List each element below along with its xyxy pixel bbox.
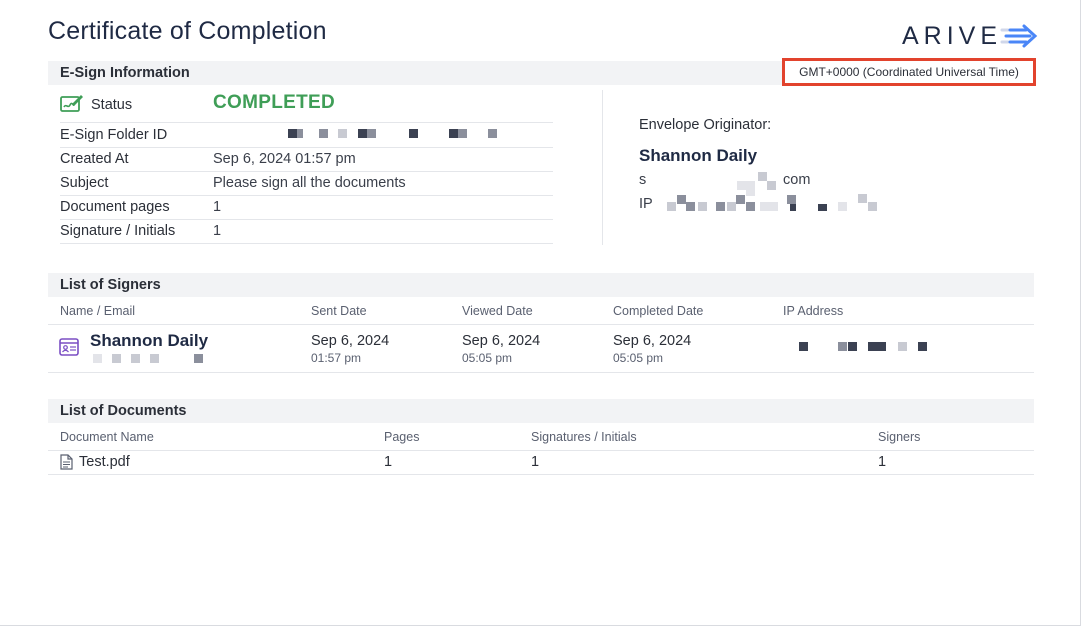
id-card-icon bbox=[59, 338, 79, 356]
created-at-label: Created At bbox=[60, 151, 129, 167]
created-at-row: Created At Sep 6, 2024 01:57 pm bbox=[60, 148, 553, 172]
page-title: Certificate of Completion bbox=[48, 17, 327, 45]
document-name[interactable]: Test.pdf bbox=[79, 454, 130, 470]
status-row: Status COMPLETED bbox=[60, 92, 553, 123]
signers-bottom-divider bbox=[48, 372, 1034, 373]
document-signatures: 1 bbox=[531, 454, 540, 470]
documents-header-name: Document Name bbox=[60, 430, 154, 444]
signers-header-completed: Completed Date bbox=[613, 304, 704, 318]
status-label: Status bbox=[91, 97, 133, 113]
document-pages-label: Document pages bbox=[60, 199, 170, 215]
signers-header-sent: Sent Date bbox=[311, 304, 367, 318]
signers-header-name: Name / Email bbox=[60, 304, 136, 318]
created-at-value: Sep 6, 2024 01:57 pm bbox=[213, 151, 356, 167]
vertical-divider bbox=[602, 90, 603, 245]
documents-header-signers: Signers bbox=[878, 430, 921, 444]
completed-date: Sep 6, 2024 bbox=[613, 333, 692, 349]
signers-header-viewed: Viewed Date bbox=[462, 304, 533, 318]
envelope-originator-name: Shannon Daily bbox=[639, 146, 758, 165]
arrow-icon bbox=[1000, 24, 1038, 48]
arive-logo: ARIVE bbox=[902, 21, 1040, 51]
subject-row: Subject Please sign all the documents bbox=[60, 172, 553, 196]
document-pages: 1 bbox=[384, 454, 393, 470]
signers-header-divider bbox=[48, 324, 1034, 325]
signers-section-title: List of Signers bbox=[60, 277, 161, 293]
document-pages-value: 1 bbox=[213, 199, 222, 215]
sent-time: 01:57 pm bbox=[311, 351, 362, 365]
completed-time: 05:05 pm bbox=[613, 351, 664, 365]
sent-date: Sep 6, 2024 bbox=[311, 333, 390, 349]
documents-header-divider bbox=[48, 450, 1034, 451]
documents-section-header: List of Documents bbox=[48, 399, 1034, 423]
envelope-originator-email: s com bbox=[639, 172, 810, 188]
logo-text: ARIVE bbox=[902, 21, 1003, 50]
documents-header-signatures: Signatures / Initials bbox=[531, 430, 637, 444]
signature-initials-value: 1 bbox=[213, 223, 222, 239]
certificate-page: Certificate of Completion ARIVE E-Sign I… bbox=[0, 0, 1081, 626]
esign-section-title: E-Sign Information bbox=[60, 65, 190, 81]
subject-label: Subject bbox=[60, 175, 109, 191]
folder-id-label: E-Sign Folder ID bbox=[60, 127, 168, 143]
ip-label: IP bbox=[639, 196, 653, 212]
subject-value: Please sign all the documents bbox=[213, 175, 406, 191]
signer-name: Shannon Daily bbox=[90, 331, 209, 350]
signers-header-ip: IP Address bbox=[783, 304, 844, 318]
envelope-originator-ip: IP bbox=[639, 196, 653, 212]
folder-id-row: E-Sign Folder ID bbox=[60, 124, 553, 148]
email-suffix: com bbox=[783, 172, 811, 188]
viewed-date: Sep 6, 2024 bbox=[462, 333, 541, 349]
email-prefix: s bbox=[639, 172, 647, 188]
documents-section-title: List of Documents bbox=[60, 403, 187, 419]
signature-initials-label: Signature / Initials bbox=[60, 223, 176, 239]
viewed-time: 05:05 pm bbox=[462, 351, 513, 365]
document-pages-row: Document pages 1 bbox=[60, 196, 553, 220]
signature-initials-row: Signature / Initials 1 bbox=[60, 220, 553, 244]
timezone-badge: GMT+0000 (Coordinated Universal Time) bbox=[782, 58, 1036, 86]
document-signers: 1 bbox=[878, 454, 887, 470]
document-icon bbox=[60, 454, 73, 470]
signed-document-icon bbox=[60, 95, 83, 112]
documents-bottom-divider bbox=[48, 474, 1034, 475]
signers-section-header: List of Signers bbox=[48, 273, 1034, 297]
envelope-originator-label: Envelope Originator: bbox=[639, 117, 772, 133]
status-value: COMPLETED bbox=[213, 92, 335, 113]
documents-header-pages: Pages bbox=[384, 430, 420, 444]
